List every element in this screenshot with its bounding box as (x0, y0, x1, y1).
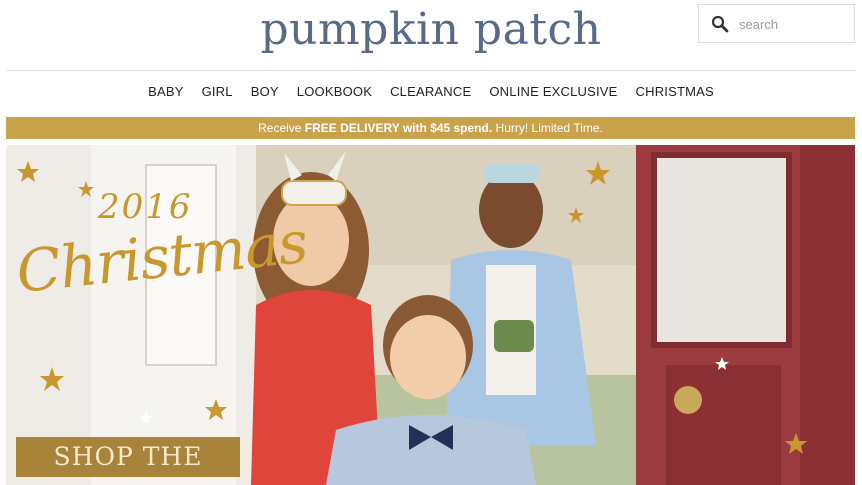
promo-suffix: Hurry! Limited Time. (492, 121, 603, 135)
search-input[interactable] (739, 14, 847, 34)
nav-baby[interactable]: BABY (148, 84, 183, 99)
promo-prefix: Receive (258, 121, 305, 135)
nav-girl[interactable]: GIRL (202, 84, 233, 99)
nav-online-exclusive[interactable]: ONLINE EXCLUSIVE (489, 84, 617, 99)
shop-the-look-button[interactable]: SHOP THE LOOK (16, 437, 240, 485)
site-header: pumpkin patch (0, 0, 862, 70)
promo-highlight: FREE DELIVERY with $45 spend. (304, 121, 493, 135)
nav-clearance[interactable]: CLEARANCE (390, 84, 471, 99)
promo-banner[interactable]: Receive FREE DELIVERY with $45 spend. Hu… (6, 117, 855, 139)
nav-boy[interactable]: BOY (251, 84, 279, 99)
nav-lookbook[interactable]: LOOKBOOK (297, 84, 372, 99)
search-box[interactable] (698, 4, 855, 43)
header-divider (6, 70, 856, 71)
search-icon[interactable] (711, 15, 729, 33)
hero-banner[interactable]: 2016 Christmas SHOP THE LOOK (6, 145, 855, 485)
main-nav: BABY GIRL BOY LOOKBOOK CLEARANCE ONLINE … (0, 84, 862, 99)
nav-christmas[interactable]: CHRISTMAS (636, 84, 714, 99)
